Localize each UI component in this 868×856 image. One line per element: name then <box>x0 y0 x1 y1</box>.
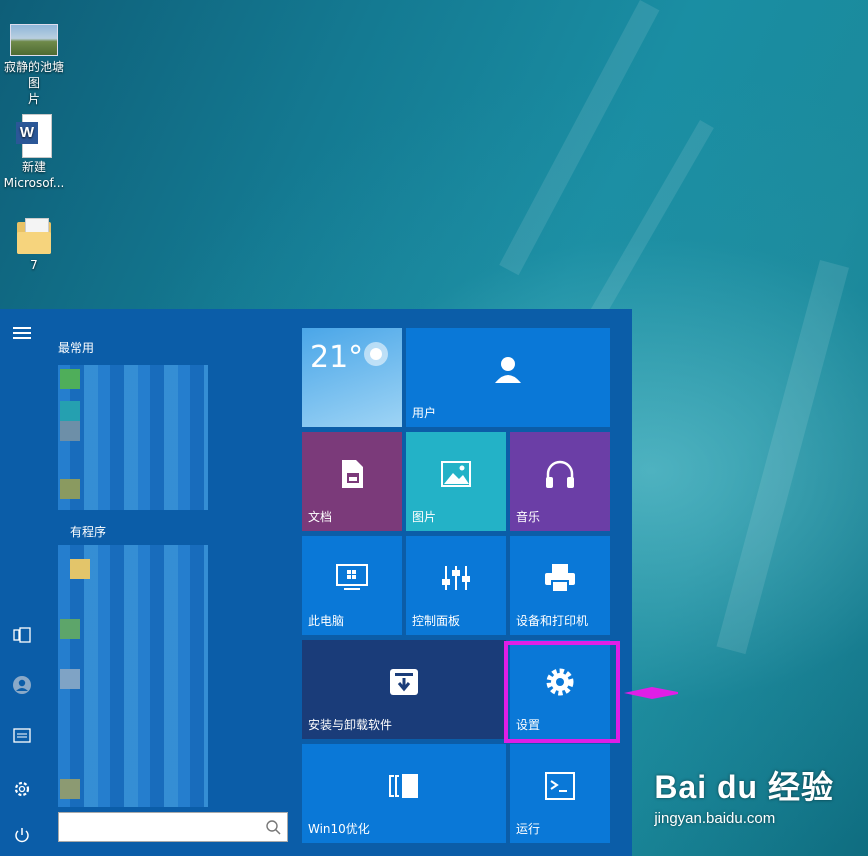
picture-icon <box>441 460 471 487</box>
computer-icon <box>336 563 368 590</box>
tile-music[interactable]: 音乐 <box>510 432 610 531</box>
power-icon[interactable] <box>6 819 38 851</box>
install-box-icon <box>390 668 418 695</box>
tile-label: 控制面板 <box>412 614 461 628</box>
tile-label: 用户 <box>412 406 437 420</box>
tile-weather[interactable]: 21° <box>302 328 402 427</box>
gear-icon <box>546 668 574 696</box>
sun-icon <box>364 342 388 366</box>
user-icon <box>495 356 521 383</box>
tile-label: 运行 <box>516 822 541 836</box>
search-input[interactable] <box>65 813 264 841</box>
document-icon <box>342 459 363 488</box>
app-icon <box>70 559 90 579</box>
user-account-icon[interactable] <box>6 669 38 701</box>
watermark-site: jingyan.baidu.com <box>654 810 776 827</box>
app-icon <box>60 421 80 441</box>
desktop-icon-folder-7[interactable]: 7 <box>0 218 68 273</box>
tile-label: 音乐 <box>516 510 541 524</box>
baidu-jingyan-watermark: Bai du 经验 jingyan.baidu.com <box>654 762 834 827</box>
printer-icon <box>545 563 575 593</box>
tile-pictures[interactable]: 图片 <box>406 432 506 531</box>
most-used-heading: 最常用 <box>58 341 95 355</box>
tile-win10-optimize[interactable]: Win10优化 <box>302 744 506 843</box>
tile-user[interactable]: 用户 <box>406 328 610 427</box>
app-icon <box>60 619 80 639</box>
tile-settings[interactable]: 设置 <box>510 640 610 739</box>
word-document-icon: W <box>16 114 52 158</box>
sliders-icon <box>442 565 470 590</box>
search-box[interactable] <box>58 812 288 842</box>
tile-label: Win10优化 <box>308 822 370 836</box>
app-icon <box>60 479 80 499</box>
photo-icon <box>10 24 58 56</box>
desktop-icon-pond-picture[interactable]: 寂静的池塘图 片 <box>0 24 68 107</box>
app-list-blurred[interactable] <box>58 545 208 807</box>
desktop-icon-label: 寂静的池塘图 <box>3 60 64 90</box>
app-icon <box>60 401 80 421</box>
tile-run[interactable]: 运行 <box>510 744 610 843</box>
settings-gear-icon[interactable] <box>6 773 38 805</box>
desktop-icon-label: 片 <box>27 92 40 106</box>
desktop-icon-label: 7 <box>30 258 38 272</box>
app-icon <box>60 369 80 389</box>
app-list-blurred[interactable] <box>58 365 208 510</box>
run-terminal-icon <box>545 771 575 800</box>
tile-control-panel[interactable]: 控制面板 <box>406 536 506 635</box>
desktop-icon-label: Microsof... <box>3 176 65 190</box>
all-apps-heading: 有程序 <box>70 525 107 539</box>
tile-label: 图片 <box>412 510 437 524</box>
tile-install-uninstall[interactable]: 安装与卸载软件 <box>302 640 506 739</box>
tile-label: 设置 <box>516 718 541 732</box>
tile-label: 安装与卸载软件 <box>308 718 393 732</box>
watermark-brand: Bai du 经验 <box>654 769 834 805</box>
folder-icon <box>17 218 51 254</box>
hamburger-menu-icon[interactable] <box>6 317 38 349</box>
tile-label: 设备和打印机 <box>516 614 589 628</box>
documents-icon[interactable] <box>6 719 38 751</box>
tile-devices-printers[interactable]: 设备和打印机 <box>510 536 610 635</box>
light-ray <box>716 260 849 655</box>
desktop-icon-word-document[interactable]: W 新建 Microsof... <box>0 114 68 191</box>
search-icon[interactable] <box>265 819 281 835</box>
app-icon <box>60 779 80 799</box>
tile-label: 文档 <box>308 510 333 524</box>
tablet-mode-icon[interactable] <box>6 619 38 651</box>
tile-label: 此电脑 <box>308 614 345 628</box>
app-icon <box>60 669 80 689</box>
tile-documents[interactable]: 文档 <box>302 432 402 531</box>
pointer-arrow-icon <box>624 687 678 699</box>
tile-this-pc[interactable]: 此电脑 <box>302 536 402 635</box>
headphones-icon <box>546 460 574 488</box>
optimize-icon <box>389 773 418 798</box>
start-menu-rail <box>0 309 44 856</box>
desktop-icon-label: 新建 <box>21 160 46 174</box>
